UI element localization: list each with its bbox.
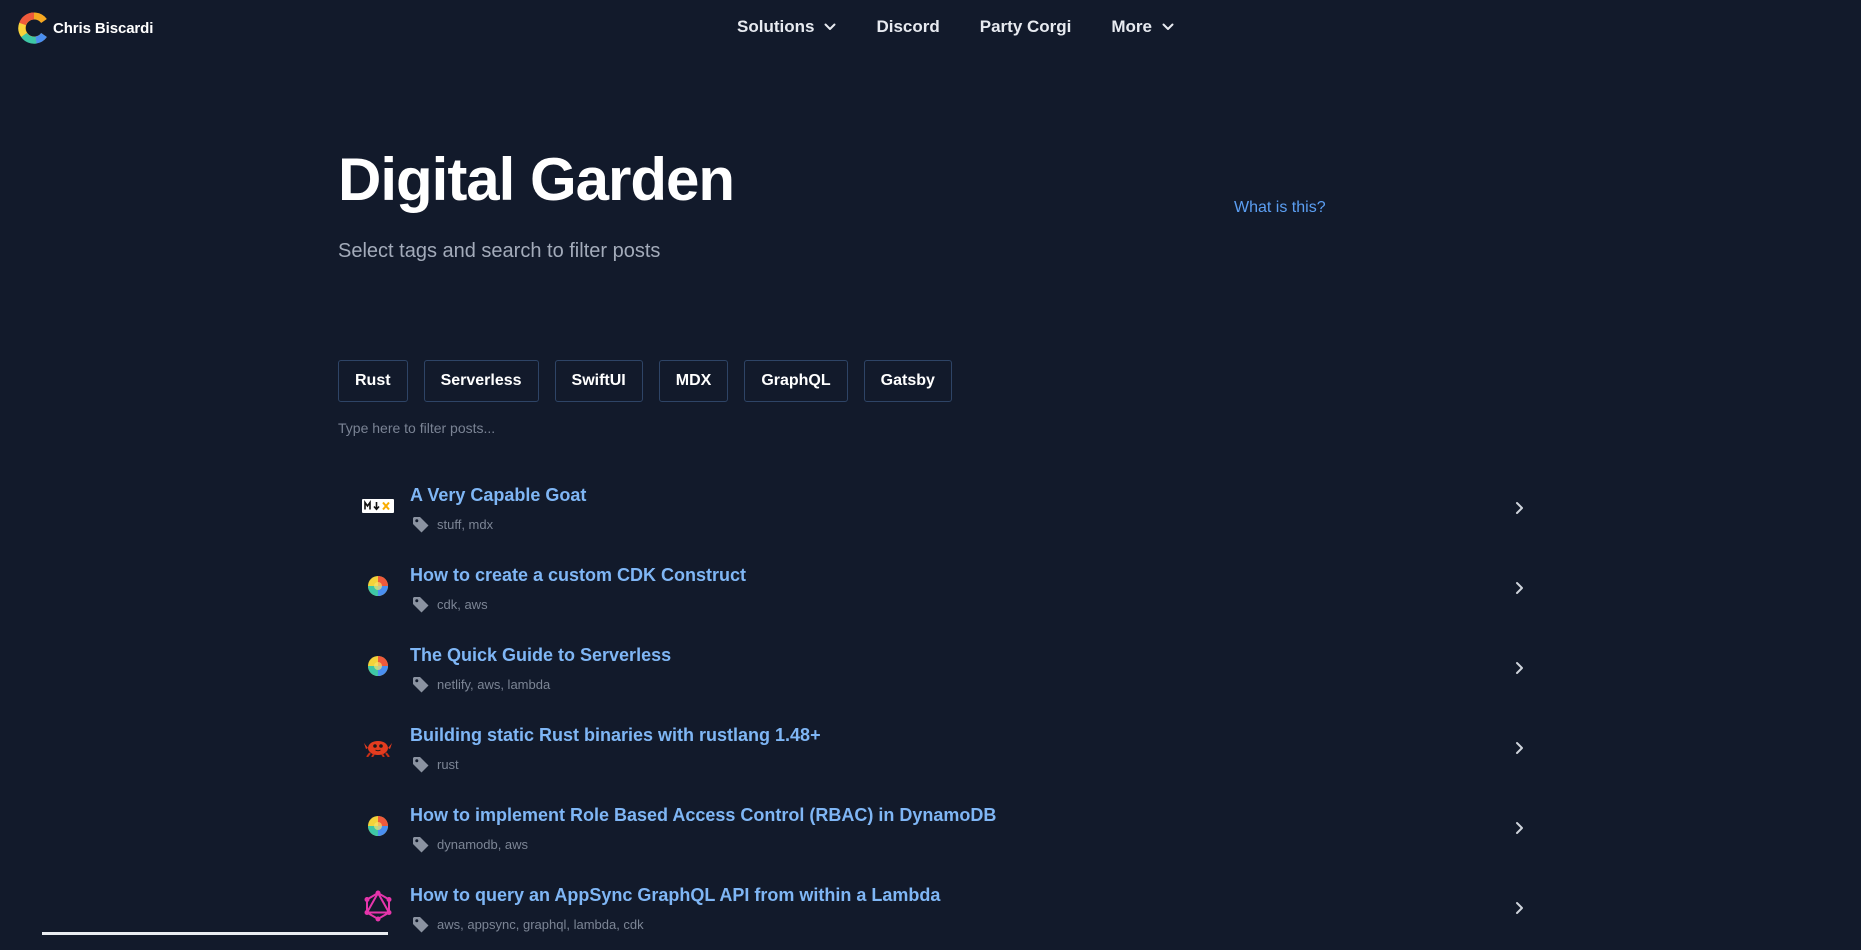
chevron-right-icon [1515, 741, 1524, 755]
post-title[interactable]: A Very Capable Goat [410, 485, 586, 506]
post-tags: rust [412, 756, 459, 773]
nav-party-corgi-label: Party Corgi [979, 17, 1072, 36]
tag-icon [413, 597, 429, 613]
post-tags: netlify, aws, lambda [412, 676, 550, 693]
filter-posts-input[interactable] [338, 416, 1138, 440]
post-tags-text: stuff, mdx [437, 517, 494, 532]
post-list-item[interactable]: Building static Rust binaries with rustl… [338, 710, 1534, 790]
page-title: Digital Garden [338, 146, 735, 213]
page-subtitle: Select tags and search to filter posts [338, 240, 661, 262]
post-title[interactable]: The Quick Guide to Serverless [410, 645, 671, 666]
tag-filter-mdx[interactable]: MDX [658, 360, 729, 402]
post-tags-text: rust [437, 757, 459, 772]
tag-filter-swiftui[interactable]: SwiftUI [554, 360, 643, 402]
tag-filter-serverless[interactable]: Serverless [423, 360, 539, 402]
site-header: Chris Biscardi Solutions Discord Party C… [0, 0, 1861, 56]
graphql-icon [362, 890, 394, 922]
mdx-icon [362, 490, 394, 522]
post-tags: cdk, aws [412, 596, 488, 613]
ferris-crab-icon [362, 730, 394, 762]
chevron-right-icon [1515, 661, 1524, 675]
chevron-down-icon [824, 23, 836, 30]
tag-filter-row: Rust Serverless SwiftUI MDX GraphQL Gats… [338, 360, 952, 402]
chevron-right-icon [1515, 501, 1524, 515]
post-list-item[interactable]: How to query an AppSync GraphQL API from… [338, 870, 1534, 950]
post-tags-text: netlify, aws, lambda [437, 677, 551, 692]
nav-party-corgi[interactable]: Party Corgi [980, 17, 1072, 37]
main-nav: Solutions Discord Party Corgi More [737, 17, 1174, 37]
post-list-item[interactable]: How to create a custom CDK Construct cdk… [338, 550, 1534, 630]
tag-icon [413, 917, 429, 933]
post-title[interactable]: Building static Rust binaries with rustl… [410, 725, 821, 746]
tag-icon [413, 757, 429, 773]
post-tags-text: cdk, aws [437, 597, 488, 612]
post-list-item[interactable]: A Very Capable Goat stuff, mdx [338, 470, 1534, 550]
nav-discord-label: Discord [876, 17, 940, 36]
chevron-right-icon [1515, 901, 1524, 915]
brand-name: Chris Biscardi [53, 19, 154, 37]
nav-more[interactable]: More [1111, 17, 1174, 37]
post-title[interactable]: How to query an AppSync GraphQL API from… [410, 885, 940, 906]
rainbow-ball-icon [362, 650, 394, 682]
nav-more-label: More [1111, 17, 1153, 36]
post-title[interactable]: How to create a custom CDK Construct [410, 565, 746, 586]
nav-solutions[interactable]: Solutions [737, 17, 836, 37]
post-list-item[interactable]: The Quick Guide to Serverless netlify, a… [338, 630, 1534, 710]
rainbow-ball-icon [362, 810, 394, 842]
brand-home-link[interactable]: Chris Biscardi [18, 12, 153, 44]
chevron-right-icon [1515, 821, 1524, 835]
brand-logo-icon [18, 12, 47, 44]
post-tags: stuff, mdx [412, 516, 493, 533]
chevron-down-icon [1162, 23, 1174, 30]
post-tags: dynamodb, aws [412, 836, 528, 853]
post-tags-text: aws, appsync, graphql, lambda, cdk [437, 917, 644, 932]
tag-filter-gatsby[interactable]: Gatsby [863, 360, 952, 402]
post-list: A Very Capable Goat stuff, mdx How to cr… [338, 470, 1534, 950]
tag-filter-rust[interactable]: Rust [338, 360, 408, 402]
tag-icon [413, 837, 429, 853]
post-tags: aws, appsync, graphql, lambda, cdk [412, 916, 644, 933]
tag-icon [413, 517, 429, 533]
tag-icon [413, 677, 429, 693]
chevron-right-icon [1515, 581, 1524, 595]
post-title[interactable]: How to implement Role Based Access Contr… [410, 805, 996, 826]
post-tags-text: dynamodb, aws [437, 837, 529, 852]
tag-filter-graphql[interactable]: GraphQL [744, 360, 848, 402]
rainbow-ball-icon [362, 570, 394, 602]
post-list-item[interactable]: How to implement Role Based Access Contr… [338, 790, 1534, 870]
nav-discord[interactable]: Discord [876, 17, 939, 37]
nav-solutions-label: Solutions [737, 17, 815, 36]
what-is-this-link[interactable]: What is this? [1234, 199, 1326, 217]
